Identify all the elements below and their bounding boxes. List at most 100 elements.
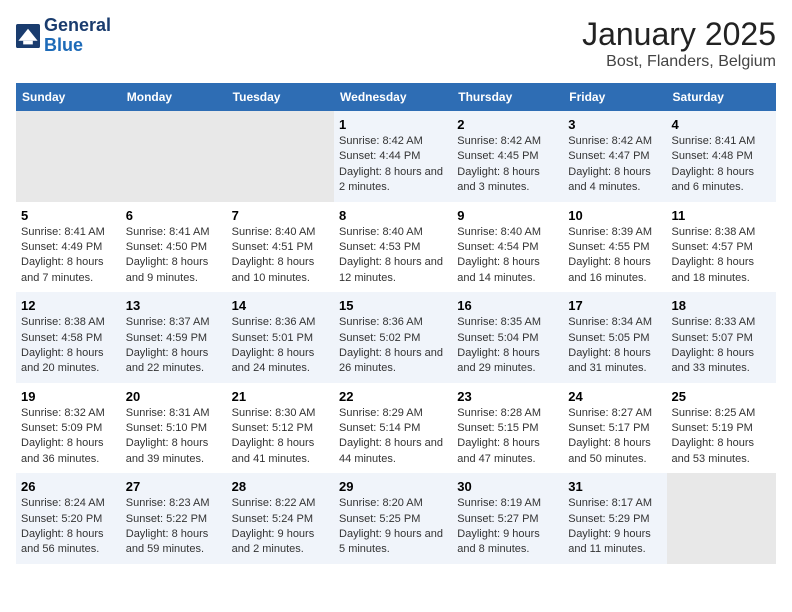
day-info: Sunrise: 8:31 AM Sunset: 5:10 PM Dayligh…: [126, 406, 222, 468]
header-day-wednesday: Wednesday: [334, 83, 452, 111]
day-number: 4: [672, 117, 771, 132]
header-day-thursday: Thursday: [452, 83, 563, 111]
day-number: 5: [21, 208, 116, 223]
day-number: 20: [126, 389, 222, 404]
calendar-cell: [121, 111, 227, 202]
calendar-cell: 6 Sunrise: 8:41 AM Sunset: 4:50 PM Daylig…: [121, 202, 227, 293]
day-number: 13: [126, 298, 222, 313]
day-number: 10: [568, 208, 661, 223]
page-subtitle: Bost, Flanders, Belgium: [582, 53, 776, 71]
day-number: 15: [339, 298, 447, 313]
calendar-cell: 23Sunrise: 8:28 AM Sunset: 5:15 PM Dayli…: [452, 383, 563, 474]
logo-icon: [16, 24, 40, 48]
calendar-cell: 16 Sunrise: 8:35 AM Sunset: 5:04 PM Dayli…: [452, 292, 563, 383]
calendar-cell: 5 Sunrise: 8:41 AM Sunset: 4:49 PM Daylig…: [16, 202, 121, 293]
day-info: Sunrise: 8:38 AM Sunset: 4:57 PM Dayligh…: [672, 225, 771, 287]
day-number: 2: [457, 117, 558, 132]
day-info: Sunrise: 8:41 AM Sunset: 4:49 PM Dayligh…: [21, 225, 116, 287]
calendar-cell: 14 Sunrise: 8:36 AM Sunset: 5:01 PM Dayli…: [227, 292, 334, 383]
calendar-cell: 8 Sunrise: 8:40 AM Sunset: 4:53 PM Daylig…: [334, 202, 452, 293]
day-info: Sunrise: 8:27 AM Sunset: 5:17 PM Dayligh…: [568, 406, 661, 468]
calendar-cell: 29Sunrise: 8:20 AM Sunset: 5:25 PM Dayli…: [334, 473, 452, 564]
day-info: Sunrise: 8:39 AM Sunset: 4:55 PM Dayligh…: [568, 225, 661, 287]
day-number: 7: [232, 208, 329, 223]
day-info: Sunrise: 8:41 AM Sunset: 4:50 PM Dayligh…: [126, 225, 222, 287]
day-number: 9: [457, 208, 558, 223]
day-info: Sunrise: 8:41 AM Sunset: 4:48 PM Dayligh…: [672, 134, 771, 196]
day-number: 21: [232, 389, 329, 404]
day-info: Sunrise: 8:42 AM Sunset: 4:47 PM Dayligh…: [568, 134, 661, 196]
day-number: 31: [568, 479, 661, 494]
day-info: Sunrise: 8:17 AM Sunset: 5:29 PM Dayligh…: [568, 496, 661, 558]
week-row-4: 19Sunrise: 8:32 AM Sunset: 5:09 PM Dayli…: [16, 383, 776, 474]
calendar-cell: 19Sunrise: 8:32 AM Sunset: 5:09 PM Dayli…: [16, 383, 121, 474]
calendar-cell: 1 Sunrise: 8:42 AM Sunset: 4:44 PM Daylig…: [334, 111, 452, 202]
calendar-cell: 27 Sunrise: 8:23 AM Sunset: 5:22 PM Dayli…: [121, 473, 227, 564]
day-info: Sunrise: 8:40 AM Sunset: 4:54 PM Dayligh…: [457, 225, 558, 287]
calendar-cell: 25Sunrise: 8:25 AM Sunset: 5:19 PM Dayli…: [667, 383, 776, 474]
calendar-cell: 24 Sunrise: 8:27 AM Sunset: 5:17 PM Dayli…: [563, 383, 666, 474]
week-row-2: 5 Sunrise: 8:41 AM Sunset: 4:49 PM Daylig…: [16, 202, 776, 293]
calendar-cell: 26 Sunrise: 8:24 AM Sunset: 5:20 PM Dayli…: [16, 473, 121, 564]
day-number: 11: [672, 208, 771, 223]
calendar-cell: 30 Sunrise: 8:19 AM Sunset: 5:27 PM Dayli…: [452, 473, 563, 564]
calendar-cell: 11 Sunrise: 8:38 AM Sunset: 4:57 PM Dayli…: [667, 202, 776, 293]
day-info: Sunrise: 8:25 AM Sunset: 5:19 PM Dayligh…: [672, 406, 771, 468]
day-info: Sunrise: 8:20 AM Sunset: 5:25 PM Dayligh…: [339, 496, 447, 558]
calendar-cell: [227, 111, 334, 202]
day-info: Sunrise: 8:22 AM Sunset: 5:24 PM Dayligh…: [232, 496, 329, 558]
calendar-cell: 28 Sunrise: 8:22 AM Sunset: 5:24 PM Dayli…: [227, 473, 334, 564]
header-day-friday: Friday: [563, 83, 666, 111]
day-info: Sunrise: 8:38 AM Sunset: 4:58 PM Dayligh…: [21, 315, 116, 377]
header-day-tuesday: Tuesday: [227, 83, 334, 111]
calendar-cell: [667, 473, 776, 564]
day-number: 24: [568, 389, 661, 404]
day-info: Sunrise: 8:32 AM Sunset: 5:09 PM Dayligh…: [21, 406, 116, 468]
calendar-cell: 21 Sunrise: 8:30 AM Sunset: 5:12 PM Dayli…: [227, 383, 334, 474]
day-number: 30: [457, 479, 558, 494]
day-number: 6: [126, 208, 222, 223]
day-number: 28: [232, 479, 329, 494]
calendar-table: SundayMondayTuesdayWednesdayThursdayFrid…: [16, 83, 776, 564]
day-number: 17: [568, 298, 661, 313]
day-info: Sunrise: 8:33 AM Sunset: 5:07 PM Dayligh…: [672, 315, 771, 377]
logo: General Blue: [16, 16, 111, 56]
day-number: 8: [339, 208, 447, 223]
day-info: Sunrise: 8:24 AM Sunset: 5:20 PM Dayligh…: [21, 496, 116, 558]
day-number: 1: [339, 117, 447, 132]
day-info: Sunrise: 8:36 AM Sunset: 5:02 PM Dayligh…: [339, 315, 447, 377]
title-block: January 2025 Bost, Flanders, Belgium: [582, 16, 776, 71]
day-number: 26: [21, 479, 116, 494]
day-info: Sunrise: 8:29 AM Sunset: 5:14 PM Dayligh…: [339, 406, 447, 468]
day-info: Sunrise: 8:34 AM Sunset: 5:05 PM Dayligh…: [568, 315, 661, 377]
week-row-3: 12Sunrise: 8:38 AM Sunset: 4:58 PM Dayli…: [16, 292, 776, 383]
day-info: Sunrise: 8:40 AM Sunset: 4:53 PM Dayligh…: [339, 225, 447, 287]
header-day-sunday: Sunday: [16, 83, 121, 111]
day-info: Sunrise: 8:35 AM Sunset: 5:04 PM Dayligh…: [457, 315, 558, 377]
day-info: Sunrise: 8:42 AM Sunset: 4:44 PM Dayligh…: [339, 134, 447, 196]
calendar-cell: 13Sunrise: 8:37 AM Sunset: 4:59 PM Dayli…: [121, 292, 227, 383]
day-number: 14: [232, 298, 329, 313]
calendar-cell: 2Sunrise: 8:42 AM Sunset: 4:45 PM Daylig…: [452, 111, 563, 202]
header-row: SundayMondayTuesdayWednesdayThursdayFrid…: [16, 83, 776, 111]
calendar-cell: 12Sunrise: 8:38 AM Sunset: 4:58 PM Dayli…: [16, 292, 121, 383]
calendar-cell: 10 Sunrise: 8:39 AM Sunset: 4:55 PM Dayli…: [563, 202, 666, 293]
day-info: Sunrise: 8:36 AM Sunset: 5:01 PM Dayligh…: [232, 315, 329, 377]
logo-text: General Blue: [44, 16, 111, 56]
day-info: Sunrise: 8:30 AM Sunset: 5:12 PM Dayligh…: [232, 406, 329, 468]
day-info: Sunrise: 8:23 AM Sunset: 5:22 PM Dayligh…: [126, 496, 222, 558]
day-number: 27: [126, 479, 222, 494]
header-day-saturday: Saturday: [667, 83, 776, 111]
day-number: 16: [457, 298, 558, 313]
page-header: General Blue January 2025 Bost, Flanders…: [16, 16, 776, 71]
logo-general: General: [44, 16, 111, 36]
calendar-cell: [16, 111, 121, 202]
week-row-5: 26 Sunrise: 8:24 AM Sunset: 5:20 PM Dayli…: [16, 473, 776, 564]
day-info: Sunrise: 8:28 AM Sunset: 5:15 PM Dayligh…: [457, 406, 558, 468]
day-info: Sunrise: 8:19 AM Sunset: 5:27 PM Dayligh…: [457, 496, 558, 558]
header-day-monday: Monday: [121, 83, 227, 111]
day-number: 18: [672, 298, 771, 313]
calendar-cell: 31 Sunrise: 8:17 AM Sunset: 5:29 PM Dayli…: [563, 473, 666, 564]
logo-blue: Blue: [44, 36, 111, 56]
page-title: January 2025: [582, 16, 776, 53]
